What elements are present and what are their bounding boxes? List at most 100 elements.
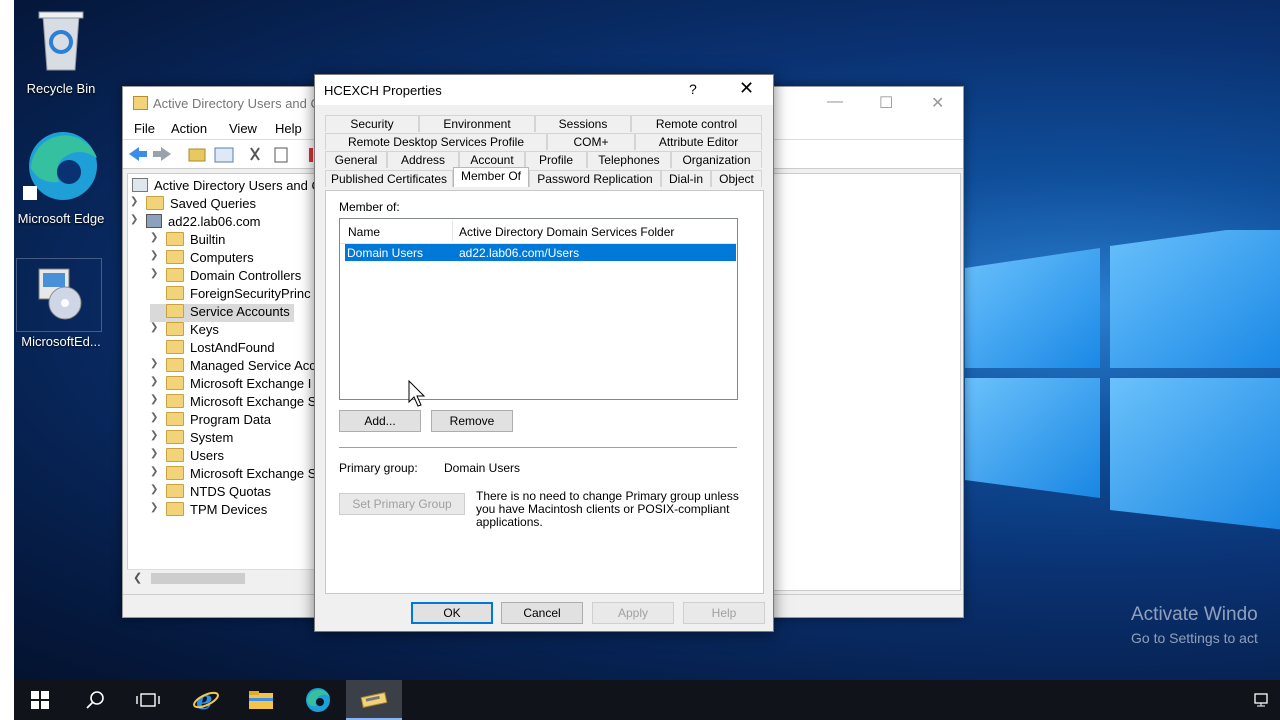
column-header-name[interactable]: Name [348,225,380,239]
member-of-list[interactable]: Name Active Directory Domain Services Fo… [339,218,738,400]
tree-item-managed-service[interactable]: ❯ Managed Service Acc [150,358,316,376]
start-icon[interactable] [16,680,64,720]
help-button[interactable]: Help [683,602,765,624]
up-folder-icon[interactable] [188,148,206,162]
aduc-taskbar-icon[interactable] [346,680,402,720]
tab-com-plus[interactable]: COM+ [547,133,635,150]
tab-environment[interactable]: Environment [419,115,535,132]
chevron-right-icon[interactable]: ❯ [150,412,158,423]
tree-item-builtin[interactable]: ❯ Builtin [150,232,225,250]
chevron-down-icon[interactable]: ❯ [130,214,138,225]
search-icon[interactable] [71,680,119,720]
help-icon[interactable]: ? [689,81,697,97]
minimize-button[interactable]: — [827,93,843,111]
chevron-right-icon[interactable]: ❯ [150,394,158,405]
folder-icon [146,196,164,210]
tree-item-ntds-quotas[interactable]: ❯ NTDS Quotas [150,484,271,502]
delete-icon[interactable] [309,148,313,162]
ie-icon[interactable]: e [182,680,230,720]
tab-general[interactable]: General [325,151,387,168]
tree-item-users[interactable]: ❯ Users [150,448,224,466]
cut-icon[interactable] [250,147,260,161]
tree-item-ms-exchange-2[interactable]: ❯ Microsoft Exchange S [150,394,316,412]
copy-icon[interactable] [274,147,288,163]
column-header-folder[interactable]: Active Directory Domain Services Folder [459,225,674,239]
close-button[interactable]: ✕ [931,93,944,113]
tree-item-keys[interactable]: ❯ Keys [150,322,219,340]
tab-published-certificates[interactable]: Published Certificates [325,170,453,187]
tree-horizontal-scrollbar[interactable]: ❮ [127,569,315,587]
chevron-right-icon[interactable]: ❯ [150,322,158,333]
tree-item-domain-controllers[interactable]: ❯ Domain Controllers [150,268,301,286]
tree-item-ms-exchange-1[interactable]: ❯ Microsoft Exchange I [150,376,311,394]
tab-organization[interactable]: Organization [671,151,762,168]
back-icon[interactable] [129,147,147,161]
tab-password-replication[interactable]: Password Replication [529,170,661,187]
network-icon[interactable] [1244,680,1280,720]
forward-icon[interactable] [153,147,171,161]
tree-item-foreign-security[interactable]: ForeignSecurityPrinc [150,286,311,304]
file-explorer-icon[interactable] [237,680,285,720]
menu-view[interactable]: View [229,121,257,136]
tree-item-service-accounts[interactable]: Service Accounts [150,304,294,322]
desktop-icon-recycle-bin[interactable]: Recycle Bin [16,6,106,96]
set-primary-group-button[interactable]: Set Primary Group [339,493,465,515]
menu-file[interactable]: File [134,121,155,136]
add-button[interactable]: Add... [339,410,421,432]
cancel-button[interactable]: Cancel [501,602,583,624]
windows-logo [965,230,1280,530]
tab-remote-control[interactable]: Remote control [631,115,762,132]
remove-button[interactable]: Remove [431,410,513,432]
tab-object[interactable]: Object [711,170,762,187]
properties-dialog[interactable]: HCEXCH Properties ? ✕ Security Environme… [314,74,774,632]
chevron-right-icon[interactable]: ❯ [150,448,158,459]
tree-item-tpm-devices[interactable]: ❯ TPM Devices [150,502,267,520]
tree-item-lostandfound[interactable]: LostAndFound [150,340,275,358]
tree-item-ms-exchange-3[interactable]: ❯ Microsoft Exchange S [150,466,316,484]
chevron-right-icon[interactable]: ❯ [150,502,158,513]
tab-dial-in[interactable]: Dial-in [661,170,711,187]
tab-profile[interactable]: Profile [525,151,587,168]
desktop-icon-edge[interactable]: Microsoft Edge [16,128,106,226]
tree-root[interactable]: Active Directory Users and C [132,178,316,196]
chevron-right-icon[interactable]: ❯ [150,250,158,261]
ok-button[interactable]: OK [411,602,493,624]
folder-icon [166,286,184,300]
tab-sessions[interactable]: Sessions [535,115,631,132]
table-row[interactable]: Domain Users ad22.lab06.com/Users [345,244,736,261]
row-folder: ad22.lab06.com/Users [459,246,580,260]
tree-item-computers[interactable]: ❯ Computers [150,250,254,268]
chevron-right-icon[interactable]: ❯ [150,484,158,495]
tab-telephones[interactable]: Telephones [587,151,671,168]
chevron-right-icon[interactable]: ❯ [150,232,158,243]
edge-taskbar-icon[interactable] [294,680,342,720]
tab-address[interactable]: Address [387,151,459,168]
tab-rds-profile[interactable]: Remote Desktop Services Profile [325,133,547,150]
tree-item-domain[interactable]: ❯ ad22.lab06.com [130,214,261,232]
apply-button[interactable]: Apply [592,602,674,624]
desktop-icon-installer[interactable] [16,258,102,332]
task-view-icon[interactable] [124,680,172,720]
chevron-right-icon[interactable]: ❯ [150,430,158,441]
chevron-right-icon[interactable]: ❯ [150,358,158,369]
close-icon[interactable]: ✕ [739,78,754,99]
tab-account[interactable]: Account [459,151,525,168]
tab-security[interactable]: Security [325,115,419,132]
tree-item-saved-queries[interactable]: ❯ Saved Queries [130,196,256,214]
chevron-right-icon[interactable]: ❯ [150,268,158,279]
show-hide-tree-icon[interactable] [214,147,234,163]
maximize-button[interactable]: ☐ [879,93,893,113]
tab-attribute-editor[interactable]: Attribute Editor [635,133,762,150]
chevron-right-icon[interactable]: ❯ [150,376,158,387]
scroll-left-icon[interactable]: ❮ [133,571,142,584]
menu-help[interactable]: Help [275,121,302,136]
dialog-titlebar[interactable]: HCEXCH Properties ? ✕ [315,75,773,105]
tab-member-of[interactable]: Member Of [453,167,529,187]
menu-action[interactable]: Action [171,121,207,136]
tree-item-system[interactable]: ❯ System [150,430,233,448]
chevron-right-icon[interactable]: ❯ [130,196,138,207]
scrollbar-thumb[interactable] [151,573,245,584]
tree-item-program-data[interactable]: ❯ Program Data [150,412,271,430]
chevron-right-icon[interactable]: ❯ [150,466,158,477]
column-divider[interactable] [452,221,453,241]
